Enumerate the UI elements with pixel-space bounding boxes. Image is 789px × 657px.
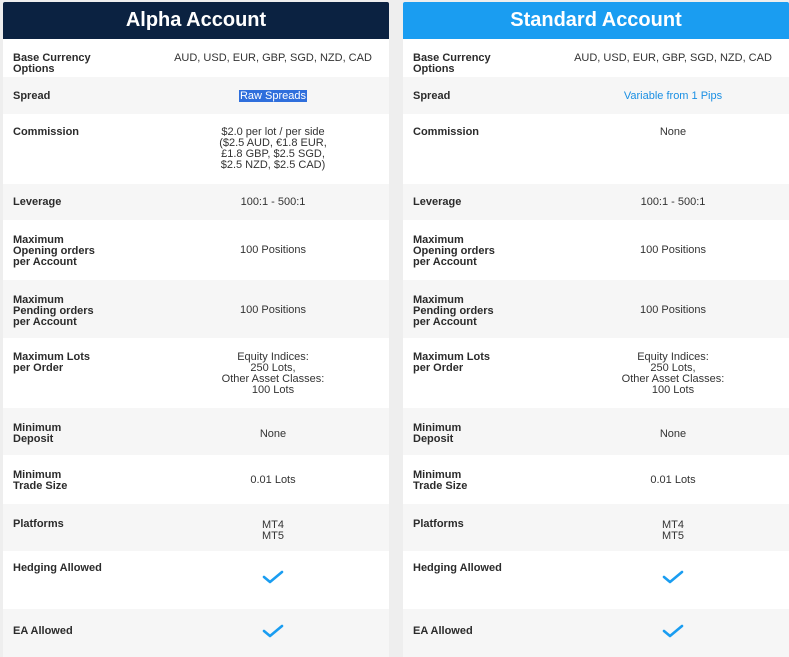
row-label: Leverage — [13, 196, 62, 208]
row-label: Base Currency Options — [413, 52, 491, 75]
table-row-maximum-opening-orders-per-account: Maximum Opening orders per Account 100 Po… — [3, 220, 389, 280]
row-value: 100 Positions — [639, 244, 707, 256]
row-value: 100:1 - 500:1 — [640, 196, 706, 208]
table-row-minimum-trade-size: Minimum Trade Size 0.01 Lots — [3, 455, 389, 504]
table-row-commission: Commission None — [403, 114, 789, 184]
row-label: Leverage — [413, 196, 462, 208]
row-value: Equity Indices: 250 Lots, Other Asset Cl… — [221, 351, 325, 396]
row-value: 100 Positions — [239, 244, 307, 256]
row-label: Hedging Allowed — [13, 562, 102, 574]
row-label: Minimum Deposit — [13, 422, 62, 445]
row-label: Base Currency Options — [13, 52, 91, 75]
raw-spreads-highlight: Raw Spreads — [238, 90, 308, 102]
row-label: Maximum Pending orders per Account — [413, 294, 494, 328]
check-icon — [262, 570, 284, 584]
check-icon — [662, 624, 684, 638]
row-label: Commission — [413, 126, 480, 138]
table-row-maximum-pending-orders-per-account: Maximum Pending orders per Account 100 Po… — [403, 280, 789, 338]
row-value: 0.01 Lots — [250, 474, 296, 486]
row-label: EA Allowed — [413, 625, 473, 637]
check-icon — [662, 570, 684, 584]
row-value: None — [659, 428, 687, 440]
row-label: Minimum Deposit — [413, 422, 462, 445]
row-label: Spread — [413, 90, 451, 102]
row-value: 100:1 - 500:1 — [240, 196, 306, 208]
row-label: Maximum Pending orders per Account — [13, 294, 94, 328]
row-label: EA Allowed — [13, 625, 73, 637]
row-label: Minimum Trade Size — [13, 469, 68, 492]
row-value: Variable from 1 Pips — [623, 90, 723, 102]
row-value: MT4 MT5 — [262, 519, 284, 542]
row-value: AUD, USD, EUR, GBP, SGD, NZD, CAD — [174, 52, 372, 64]
row-label: Maximum Opening orders per Account — [413, 234, 495, 268]
alpha-account-title: Alpha Account — [3, 2, 389, 39]
table-row-minimum-deposit: Minimum Deposit None — [3, 408, 389, 455]
row-value: 100 Positions — [239, 304, 307, 316]
table-row-platforms: Platforms MT4 MT5 — [3, 504, 389, 551]
table-row-spread: Spread Raw Spreads — [3, 77, 389, 114]
table-row-leverage: Leverage 100:1 - 500:1 — [3, 184, 389, 220]
table-row-maximum-lots-per-order: Maximum Lots per Order Equity Indices: 25… — [403, 338, 789, 408]
table-row-base-currency-options: Base Currency Options AUD, USD, EUR, GBP,… — [403, 39, 789, 77]
row-value: $2.0 per lot / per side ($2.5 AUD, €1.8 … — [219, 126, 327, 171]
row-label: Commission — [13, 126, 80, 138]
row-label: Maximum Lots per Order — [13, 351, 91, 374]
table-row-maximum-opening-orders-per-account: Maximum Opening orders per Account 100 Po… — [403, 220, 789, 280]
row-label: Hedging Allowed — [413, 562, 502, 574]
alpha-rows: Base Currency Options AUD, USD, EUR, GBP,… — [3, 39, 389, 657]
alpha-account-card: Alpha Account Base Currency Options AUD, … — [3, 2, 389, 657]
row-label: Platforms — [413, 518, 464, 530]
row-value: None — [659, 126, 687, 138]
row-value: 100 Positions — [639, 304, 707, 316]
standard-rows: Base Currency Options AUD, USD, EUR, GBP,… — [403, 39, 789, 657]
table-row-minimum-deposit: Minimum Deposit None — [403, 408, 789, 455]
row-value: None — [259, 428, 287, 440]
row-label: Spread — [13, 90, 51, 102]
standard-account-title: Standard Account — [403, 2, 789, 39]
table-row-hedging-allowed: Hedging Allowed — [403, 551, 789, 609]
table-row-minimum-trade-size: Minimum Trade Size 0.01 Lots — [403, 455, 789, 504]
row-label: Maximum Opening orders per Account — [13, 234, 95, 268]
table-row-maximum-lots-per-order: Maximum Lots per Order Equity Indices: 25… — [3, 338, 389, 408]
table-row-spread: Spread Variable from 1 Pips — [403, 77, 789, 114]
row-value: MT4 MT5 — [662, 519, 684, 542]
table-row-base-currency-options: Base Currency Options AUD, USD, EUR, GBP,… — [3, 39, 389, 77]
row-label: Platforms — [13, 518, 64, 530]
row-value: Equity Indices: 250 Lots, Other Asset Cl… — [621, 351, 725, 396]
row-label: Maximum Lots per Order — [413, 351, 491, 374]
row-value: AUD, USD, EUR, GBP, SGD, NZD, CAD — [574, 52, 772, 64]
table-row-hedging-allowed: Hedging Allowed — [3, 551, 389, 609]
row-label: Minimum Trade Size — [413, 469, 468, 492]
standard-account-card: Standard Account Base Currency Options AU… — [403, 2, 789, 657]
table-row-ea-allowed: EA Allowed — [3, 609, 389, 657]
row-value: Raw Spreads — [143, 90, 403, 102]
table-row-platforms: Platforms MT4 MT5 — [403, 504, 789, 551]
row-value: 0.01 Lots — [650, 474, 696, 486]
check-icon — [262, 624, 284, 638]
table-row-leverage: Leverage 100:1 - 500:1 — [403, 184, 789, 220]
table-row-commission: Commission $2.0 per lot / per side ($2.5 … — [3, 114, 389, 184]
table-row-ea-allowed: EA Allowed — [403, 609, 789, 657]
table-row-maximum-pending-orders-per-account: Maximum Pending orders per Account 100 Po… — [3, 280, 389, 338]
